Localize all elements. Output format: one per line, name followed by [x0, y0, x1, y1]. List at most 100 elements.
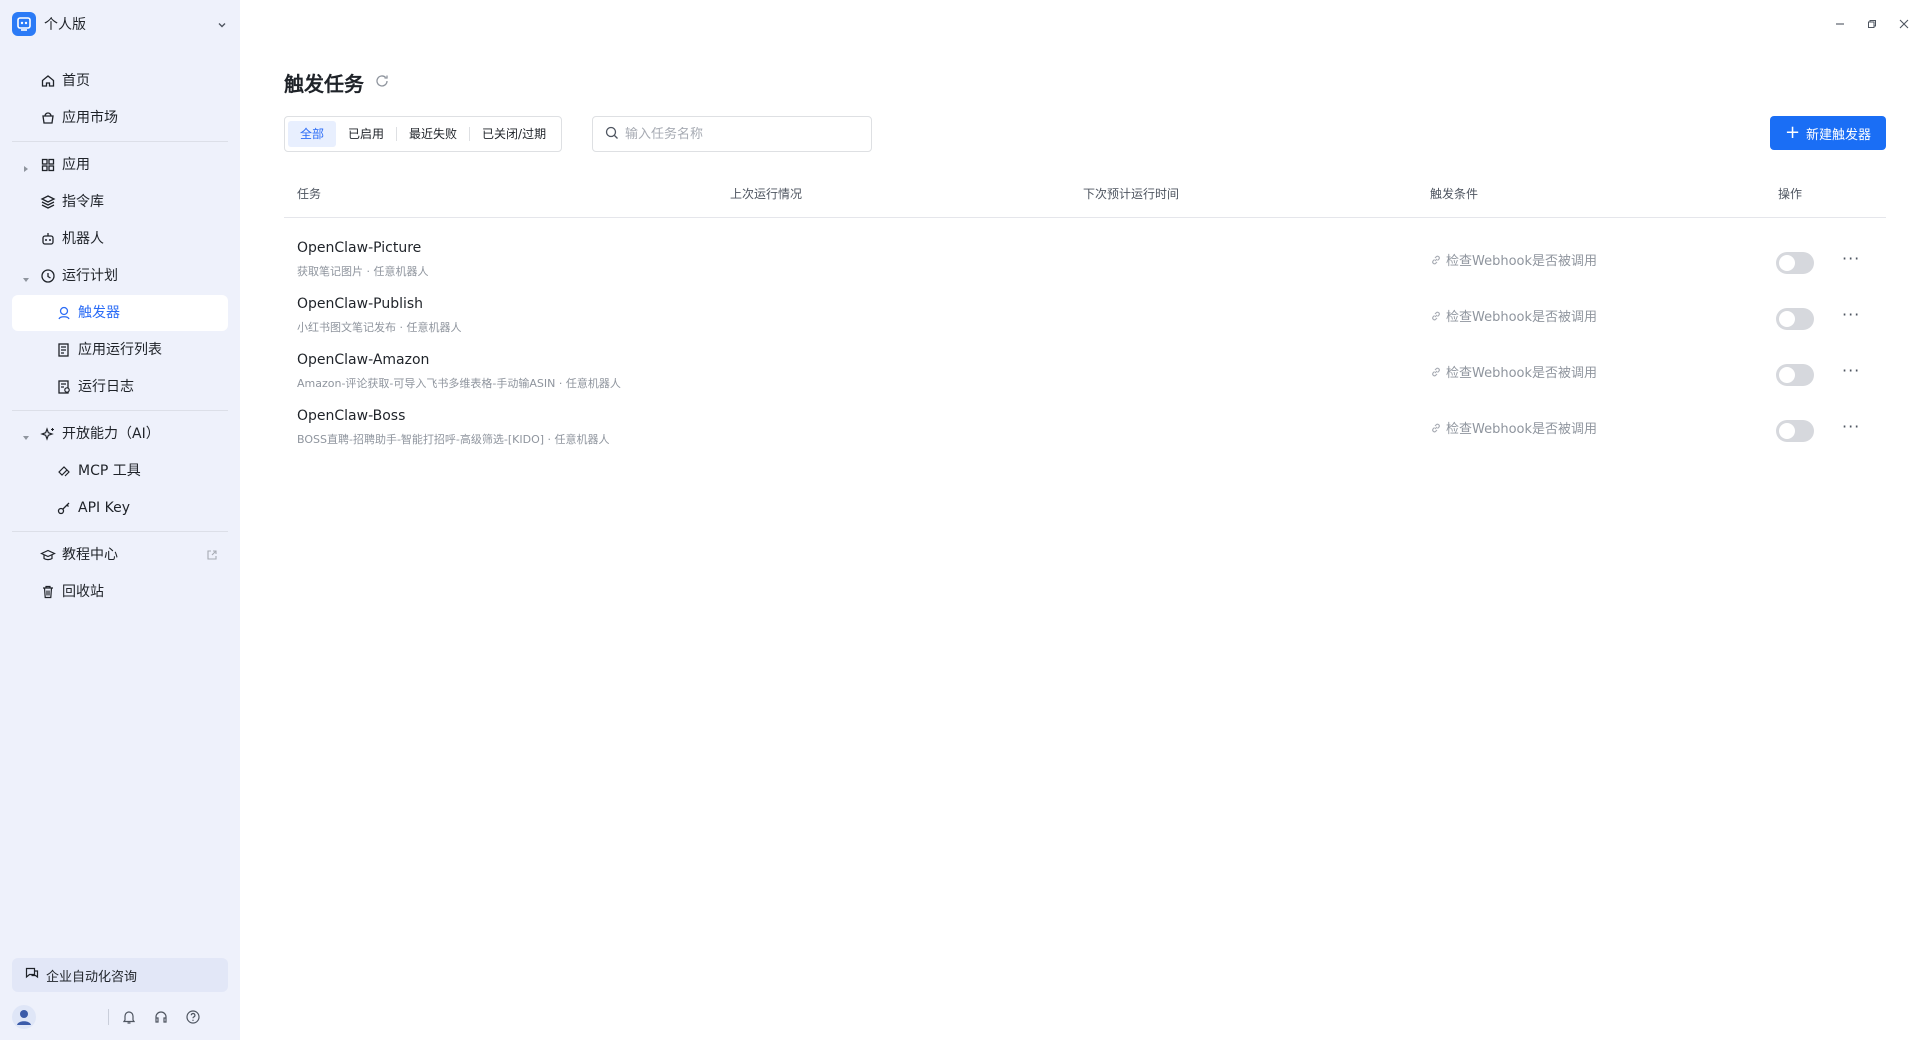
sidebar-item-apikey[interactable]: API Key [12, 490, 228, 526]
chat-icon [24, 965, 40, 985]
condition-label: 检查Webhook是否被调用 [1446, 422, 1598, 437]
sidebar-item-label: MCP 工具 [78, 463, 141, 479]
plus-icon: + [1784, 122, 1801, 143]
condition-label: 检查Webhook是否被调用 [1446, 366, 1598, 381]
table-row[interactable]: OpenClaw-Amazon Amazon-评论获取-可导入飞书多维表格-手动… [284, 344, 1886, 400]
log-icon [56, 379, 72, 395]
column-condition: 触发条件 [1430, 187, 1479, 201]
task-desc: BOSS直聘-招聘助手-智能打招呼-高级筛选-[KIDO] · 任意机器人 [297, 433, 610, 446]
grid-icon [40, 157, 56, 173]
search-icon [605, 125, 619, 144]
caret-down-icon [22, 430, 30, 440]
new-trigger-button[interactable]: + 新建触发器 [1770, 116, 1886, 150]
enable-toggle[interactable] [1776, 420, 1814, 442]
more-icon[interactable]: ··· [1842, 249, 1860, 268]
filter-enabled[interactable]: 已启用 [336, 121, 396, 147]
column-task: 任务 [297, 187, 322, 201]
sidebar: 个人版 首页 应用市场 应用 指令库 机器人 运行计划 触发器 应用运行列表 运… [0, 0, 240, 1040]
restore-icon[interactable] [1856, 14, 1888, 34]
trigger-condition: 检查Webhook是否被调用 [1430, 250, 1597, 269]
divider [108, 1009, 109, 1025]
app-logo-icon [12, 12, 36, 36]
consult-label: 企业自动化咨询 [46, 969, 138, 985]
column-action: 操作 [1778, 187, 1803, 201]
sidebar-item-app-run-list[interactable]: 应用运行列表 [12, 332, 228, 368]
task-desc: 获取笔记图片 · 任意机器人 [297, 265, 429, 278]
condition-label: 检查Webhook是否被调用 [1446, 254, 1598, 269]
market-icon [40, 110, 56, 126]
column-next-run: 下次预计运行时间 [1083, 187, 1180, 201]
bell-icon[interactable] [119, 1007, 139, 1027]
trigger-condition: 检查Webhook是否被调用 [1430, 306, 1597, 325]
more-icon[interactable]: ··· [1842, 305, 1860, 324]
table-header: 任务 上次运行情况 下次预计运行时间 触发条件 操作 [284, 178, 1886, 218]
enable-toggle[interactable] [1776, 364, 1814, 386]
sidebar-item-recycle[interactable]: 回收站 [12, 574, 228, 610]
search-input[interactable] [625, 126, 855, 142]
link-icon [1432, 255, 1440, 264]
sparkle-icon [40, 426, 56, 442]
more-icon[interactable]: ··· [1842, 361, 1860, 380]
workspace-switcher[interactable]: 个人版 [12, 10, 228, 38]
close-icon[interactable] [1888, 14, 1920, 34]
sidebar-item-label: 应用市场 [62, 110, 118, 126]
condition-label: 检查Webhook是否被调用 [1446, 310, 1598, 325]
divider [12, 531, 228, 532]
home-icon [40, 73, 56, 89]
trash-icon [40, 584, 56, 600]
task-name: OpenClaw-Publish [297, 296, 424, 312]
trigger-condition: 检查Webhook是否被调用 [1430, 362, 1597, 381]
sidebar-item-label: 回收站 [62, 584, 104, 600]
sidebar-item-triggers[interactable]: 触发器 [12, 295, 228, 331]
workspace-name: 个人版 [44, 17, 86, 33]
sidebar-item-robots[interactable]: 机器人 [12, 221, 228, 257]
trigger-icon [56, 305, 72, 321]
enterprise-consult-button[interactable]: 企业自动化咨询 [12, 958, 228, 992]
sidebar-item-apps[interactable]: 应用 [12, 147, 228, 183]
sidebar-item-mcp[interactable]: MCP 工具 [12, 453, 228, 489]
filter-all[interactable]: 全部 [288, 121, 337, 147]
layers-icon [40, 194, 56, 210]
sidebar-item-label: API Key [78, 500, 130, 516]
sidebar-item-tutorial[interactable]: 教程中心 [12, 537, 228, 573]
sidebar-item-commands[interactable]: 指令库 [12, 184, 228, 220]
page-title: 触发任务 [284, 72, 364, 96]
filter-recent-failed[interactable]: 最近失败 [397, 121, 469, 147]
table-row[interactable]: OpenClaw-Publish 小红书图文笔记发布 · 任意机器人 检查Web… [284, 288, 1886, 344]
divider [12, 141, 228, 142]
robot-icon [40, 231, 56, 247]
trigger-condition: 检查Webhook是否被调用 [1430, 418, 1597, 437]
sidebar-item-label: 运行日志 [78, 379, 134, 395]
enable-toggle[interactable] [1776, 308, 1814, 330]
new-trigger-label: 新建触发器 [1806, 127, 1872, 143]
headset-icon[interactable] [151, 1007, 171, 1027]
refresh-icon[interactable] [374, 73, 390, 93]
table-row[interactable]: OpenClaw-Boss BOSS直聘-招聘助手-智能打招呼-高级筛选-[KI… [284, 400, 1886, 456]
chevron-down-icon[interactable] [216, 16, 228, 35]
sidebar-item-label: 触发器 [78, 305, 120, 321]
sidebar-nav: 首页 应用市场 应用 指令库 机器人 运行计划 触发器 应用运行列表 运行日志 … [0, 62, 240, 611]
filter-tabs: 全部 已启用 最近失败 已关闭/过期 [284, 116, 563, 152]
enable-toggle[interactable] [1776, 252, 1814, 274]
task-name: OpenClaw-Boss [297, 408, 406, 424]
filter-closed-expired[interactable]: 已关闭/过期 [470, 121, 558, 147]
link-icon [1432, 311, 1440, 320]
sidebar-item-open-ability[interactable]: 开放能力（AI） [12, 416, 228, 452]
table-row[interactable]: OpenClaw-Picture 获取笔记图片 · 任意机器人 检查Webhoo… [284, 232, 1886, 288]
sidebar-item-label: 首页 [62, 73, 90, 89]
list-doc-icon [56, 342, 72, 358]
search-box [592, 116, 872, 152]
window-controls [1824, 14, 1920, 34]
task-name: OpenClaw-Picture [297, 240, 422, 256]
avatar[interactable] [12, 1005, 36, 1029]
more-icon[interactable]: ··· [1842, 417, 1860, 436]
minimize-icon[interactable] [1824, 14, 1856, 34]
sidebar-item-label: 指令库 [62, 194, 104, 210]
sidebar-item-market[interactable]: 应用市场 [12, 100, 228, 136]
sidebar-item-label: 机器人 [62, 231, 104, 247]
help-icon[interactable] [183, 1007, 203, 1027]
link-icon [1432, 367, 1440, 376]
sidebar-item-plans[interactable]: 运行计划 [12, 258, 228, 294]
sidebar-item-home[interactable]: 首页 [12, 63, 228, 99]
sidebar-item-run-log[interactable]: 运行日志 [12, 369, 228, 405]
